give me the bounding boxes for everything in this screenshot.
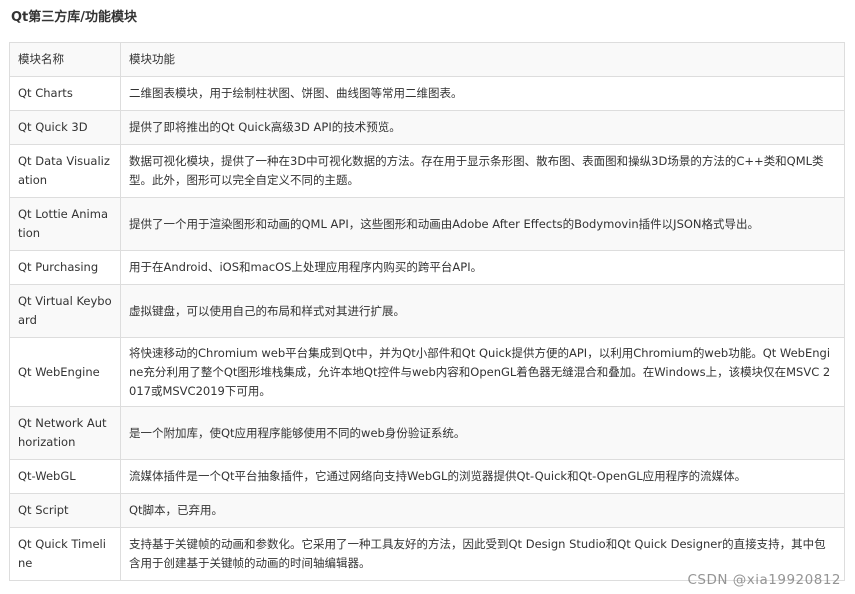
module-name-cell: Qt WebEngine — [9, 337, 121, 407]
module-table: 模块名称 模块功能 Qt Charts 二维图表模块，用于绘制柱状图、饼图、曲线… — [9, 42, 845, 581]
table-row: Qt Virtual Keyboard 虚拟键盘，可以使用自己的布局和样式对其进… — [9, 284, 845, 338]
module-name-cell: Qt Network Authorization — [9, 406, 121, 460]
module-desc-cell: 提供了即将推出的Qt Quick高级3D API的技术预览。 — [120, 110, 845, 145]
module-name-cell: Qt Virtual Keyboard — [9, 284, 121, 338]
page-title: Qt第三方库/功能模块 — [11, 10, 138, 25]
module-name-cell: Qt Quick Timeline — [9, 527, 121, 581]
module-name-cell: Qt Lottie Animation — [9, 197, 121, 251]
module-name-cell: Qt Charts — [9, 76, 121, 111]
table-row: Qt Quick 3D 提供了即将推出的Qt Quick高级3D API的技术预… — [9, 110, 845, 145]
table-row: Qt-WebGL 流媒体插件是一个Qt平台抽象插件，它通过网络向支持WebGL的… — [9, 459, 845, 494]
table-row: Qt Data Visualization 数据可视化模块，提供了一种在3D中可… — [9, 144, 845, 198]
module-name-cell: Qt Quick 3D — [9, 110, 121, 145]
table-row: Qt Purchasing 用于在Android、iOS和macOS上处理应用程… — [9, 250, 845, 285]
module-name-cell: Qt Data Visualization — [9, 144, 121, 198]
module-desc-cell: 将快速移动的Chromium web平台集成到Qt中，并为Qt小部件和Qt Qu… — [120, 337, 845, 407]
module-name-cell: Qt Script — [9, 493, 121, 528]
module-desc-cell: 二维图表模块，用于绘制柱状图、饼图、曲线图等常用二维图表。 — [120, 76, 845, 111]
table-row: Qt WebEngine 将快速移动的Chromium web平台集成到Qt中，… — [9, 337, 845, 407]
table-row: Qt Lottie Animation 提供了一个用于渲染图形和动画的QML A… — [9, 197, 845, 251]
module-desc-cell: Qt脚本，已弃用。 — [120, 493, 845, 528]
module-desc-cell: 流媒体插件是一个Qt平台抽象插件，它通过网络向支持WebGL的浏览器提供Qt-Q… — [120, 459, 845, 494]
table-row: Qt Network Authorization 是一个附加库，使Qt应用程序能… — [9, 406, 845, 460]
watermark: CSDN @xia19920812 — [687, 572, 841, 588]
module-name-cell: Qt-WebGL — [9, 459, 121, 494]
module-desc-cell: 提供了一个用于渲染图形和动画的QML API，这些图形和动画由Adobe Aft… — [120, 197, 845, 251]
module-desc-cell: 数据可视化模块，提供了一种在3D中可视化数据的方法。存在用于显示条形图、散布图、… — [120, 144, 845, 198]
table-row: Qt Charts 二维图表模块，用于绘制柱状图、饼图、曲线图等常用二维图表。 — [9, 76, 845, 111]
module-desc-cell: 是一个附加库，使Qt应用程序能够使用不同的web身份验证系统。 — [120, 406, 845, 460]
header-module-name: 模块名称 — [9, 42, 121, 77]
header-module-function: 模块功能 — [120, 42, 845, 77]
module-name-cell: Qt Purchasing — [9, 250, 121, 285]
table-header-row: 模块名称 模块功能 — [9, 42, 845, 77]
module-desc-cell: 用于在Android、iOS和macOS上处理应用程序内购买的跨平台API。 — [120, 250, 845, 285]
module-desc-cell: 虚拟键盘，可以使用自己的布局和样式对其进行扩展。 — [120, 284, 845, 338]
table-row: Qt Script Qt脚本，已弃用。 — [9, 493, 845, 528]
